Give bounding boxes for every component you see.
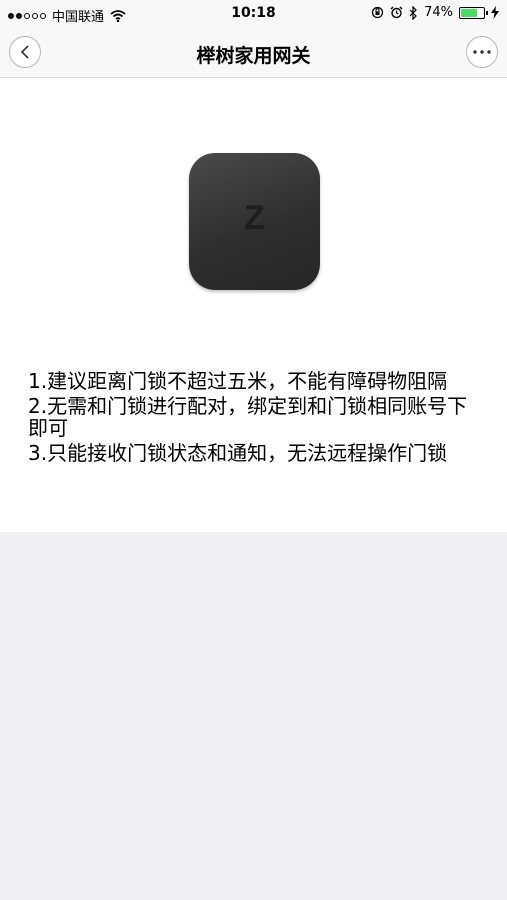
battery-percent: 74% [424,5,453,20]
battery-icon [459,6,488,19]
tip-item: 1.建议距离门锁不超过五米，不能有障碍物阻隔 [28,369,448,393]
more-button[interactable] [466,36,498,68]
tips-list: 1.建议距离门锁不超过五米，不能有障碍物阻隔 2.无需和门锁进行配对，绑定到和门… [28,370,478,467]
gateway-device-image: Z [189,153,320,290]
tip-item: 2.无需和门锁进行配对，绑定到和门锁相同账号下即可 [28,394,468,440]
orientation-lock-icon [371,6,384,19]
device-logo-letter: Z [244,199,265,237]
more-dots-icon [473,50,491,54]
bluetooth-icon [409,5,417,20]
page-title: 榉树家用网关 [196,45,311,67]
alarm-icon [390,6,403,19]
charging-bolt-icon [491,6,499,19]
tip-item: 3.只能接收门锁状态和通知，无法远程操作门锁 [28,441,448,465]
status-bar: 中国联通 10:18 74% [0,0,507,28]
status-right: 74% [371,5,499,20]
navigation-bar: 榉树家用网关 [0,28,507,78]
main-content: Z 1.建议距离门锁不超过五米，不能有障碍物阻隔 2.无需和门锁进行配对，绑定到… [0,78,507,532]
